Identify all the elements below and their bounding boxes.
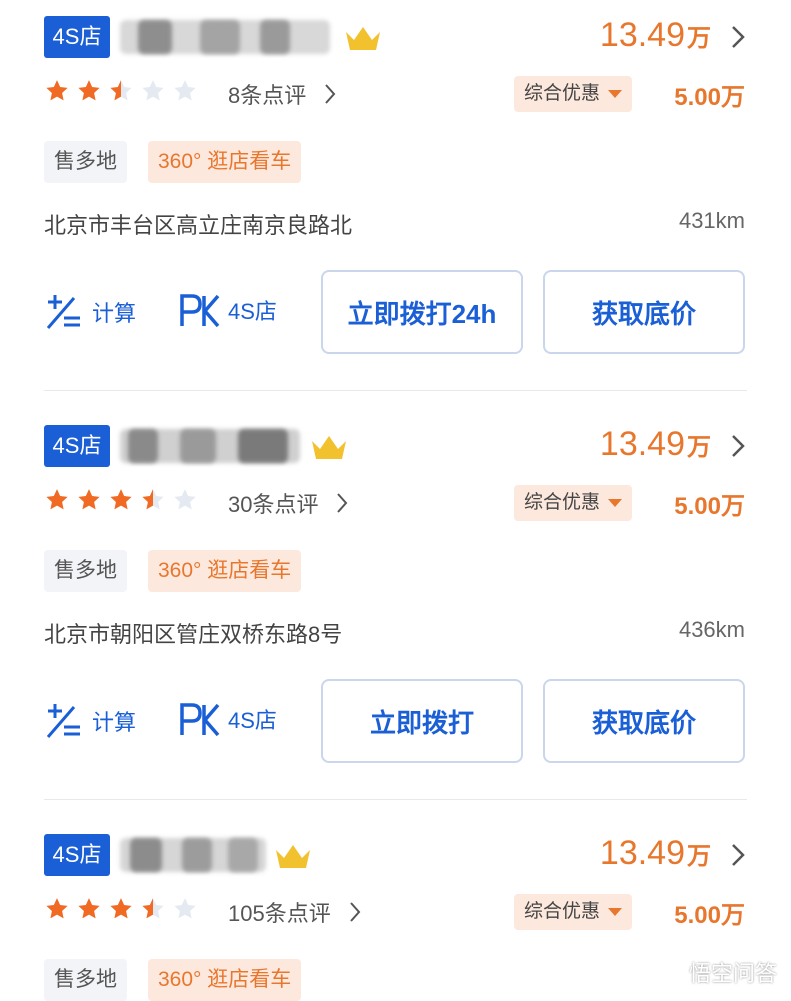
call-button[interactable]: 立即拨打24h — [321, 270, 523, 354]
review-link[interactable]: 8条点评 — [228, 78, 336, 110]
discount-amount: 5.00万 — [674, 493, 745, 520]
price[interactable]: 13.49万 — [600, 16, 711, 55]
discount-label: 综合优惠 — [524, 492, 601, 513]
calculator-label: 计算 — [92, 710, 137, 735]
star-half-icon — [142, 489, 164, 510]
pk-tool[interactable]: 4S店 — [178, 701, 277, 737]
chevron-right-icon[interactable] — [731, 434, 745, 458]
distance: 436km — [678, 617, 745, 642]
discount-label: 综合优惠 — [524, 83, 601, 104]
pk-icon — [180, 294, 220, 328]
star-rating — [44, 78, 198, 104]
tag-360-view[interactable]: 360° 逛店看车 — [148, 141, 302, 183]
discount-dropdown[interactable]: 综合优惠 — [514, 485, 633, 521]
caret-down-icon — [608, 90, 623, 98]
caret-down-icon — [608, 908, 623, 916]
watermark-text: 悟空问答 — [688, 961, 777, 986]
price[interactable]: 13.49万 — [600, 425, 711, 464]
divider — [44, 390, 747, 391]
star-icon — [110, 898, 132, 919]
chevron-right-icon — [337, 493, 348, 513]
star-icon — [46, 80, 68, 101]
dealer-name-blurred — [120, 20, 330, 54]
get-lowest-price-button[interactable]: 获取底价 — [543, 679, 745, 763]
pk-label: 4S店 — [228, 708, 277, 733]
star-rating — [44, 896, 198, 922]
calculator-tool[interactable]: 计算 — [44, 701, 136, 741]
star-icon — [174, 80, 196, 101]
dealer-address: 北京市丰台区高立庄南京良路北 — [44, 213, 353, 238]
discount-dropdown[interactable]: 综合优惠 — [514, 76, 633, 112]
calculator-icon — [46, 295, 80, 329]
calculator-tool[interactable]: 计算 — [44, 292, 136, 332]
star-icon — [142, 80, 164, 101]
chevron-right-icon — [349, 902, 361, 922]
shop-type-badge: 4S店 — [44, 425, 110, 467]
shop-type-badge: 4S店 — [44, 834, 110, 876]
star-icon — [174, 898, 196, 919]
dealer-name-blurred — [120, 429, 300, 463]
tag-sell-multi: 售多地 — [44, 959, 127, 1001]
star-half-icon — [142, 898, 164, 919]
crown-icon — [276, 845, 310, 868]
pk-tool[interactable]: 4S店 — [178, 292, 277, 328]
pk-label: 4S店 — [228, 299, 277, 324]
discount-amount: 5.00万 — [674, 902, 745, 929]
review-count: 8条点评 — [228, 83, 307, 108]
star-icon — [78, 898, 100, 919]
chevron-right-icon[interactable] — [731, 843, 745, 867]
review-link[interactable]: 30条点评 — [228, 487, 348, 519]
watermark: 悟空问答 — [653, 956, 777, 988]
discount-label: 综合优惠 — [524, 901, 601, 922]
star-icon — [46, 489, 68, 510]
star-icon — [46, 898, 68, 919]
tag-sell-multi: 售多地 — [44, 550, 127, 592]
pk-icon — [180, 703, 220, 737]
star-half-icon — [110, 80, 132, 101]
divider — [44, 799, 747, 800]
star-icon — [174, 489, 196, 510]
calculator-label: 计算 — [92, 301, 137, 326]
chat-bubble-icon — [653, 960, 683, 985]
review-count: 105条点评 — [228, 901, 331, 926]
shop-type-badge: 4S店 — [44, 16, 110, 58]
star-icon — [110, 489, 132, 510]
dealer-name-blurred — [120, 838, 266, 872]
dealer-address: 北京市朝阳区管庄双桥东路8号 — [44, 622, 343, 647]
calculator-icon — [46, 704, 80, 738]
chevron-right-icon[interactable] — [731, 25, 745, 49]
crown-icon — [312, 436, 346, 459]
discount-dropdown[interactable]: 综合优惠 — [514, 894, 633, 930]
discount-amount: 5.00万 — [674, 84, 745, 111]
star-rating — [44, 487, 198, 513]
distance: 431km — [678, 208, 745, 233]
review-count: 30条点评 — [228, 492, 319, 517]
tag-360-view[interactable]: 360° 逛店看车 — [148, 959, 302, 1001]
review-link[interactable]: 105条点评 — [228, 896, 361, 928]
tag-sell-multi: 售多地 — [44, 141, 127, 183]
crown-icon — [346, 27, 380, 50]
tag-360-view[interactable]: 360° 逛店看车 — [148, 550, 302, 592]
caret-down-icon — [608, 499, 623, 507]
star-icon — [78, 80, 100, 101]
price[interactable]: 13.49万 — [600, 834, 711, 873]
chevron-right-icon — [325, 84, 336, 104]
get-lowest-price-button[interactable]: 获取底价 — [543, 270, 745, 354]
call-button[interactable]: 立即拨打 — [321, 679, 523, 763]
star-icon — [78, 489, 100, 510]
